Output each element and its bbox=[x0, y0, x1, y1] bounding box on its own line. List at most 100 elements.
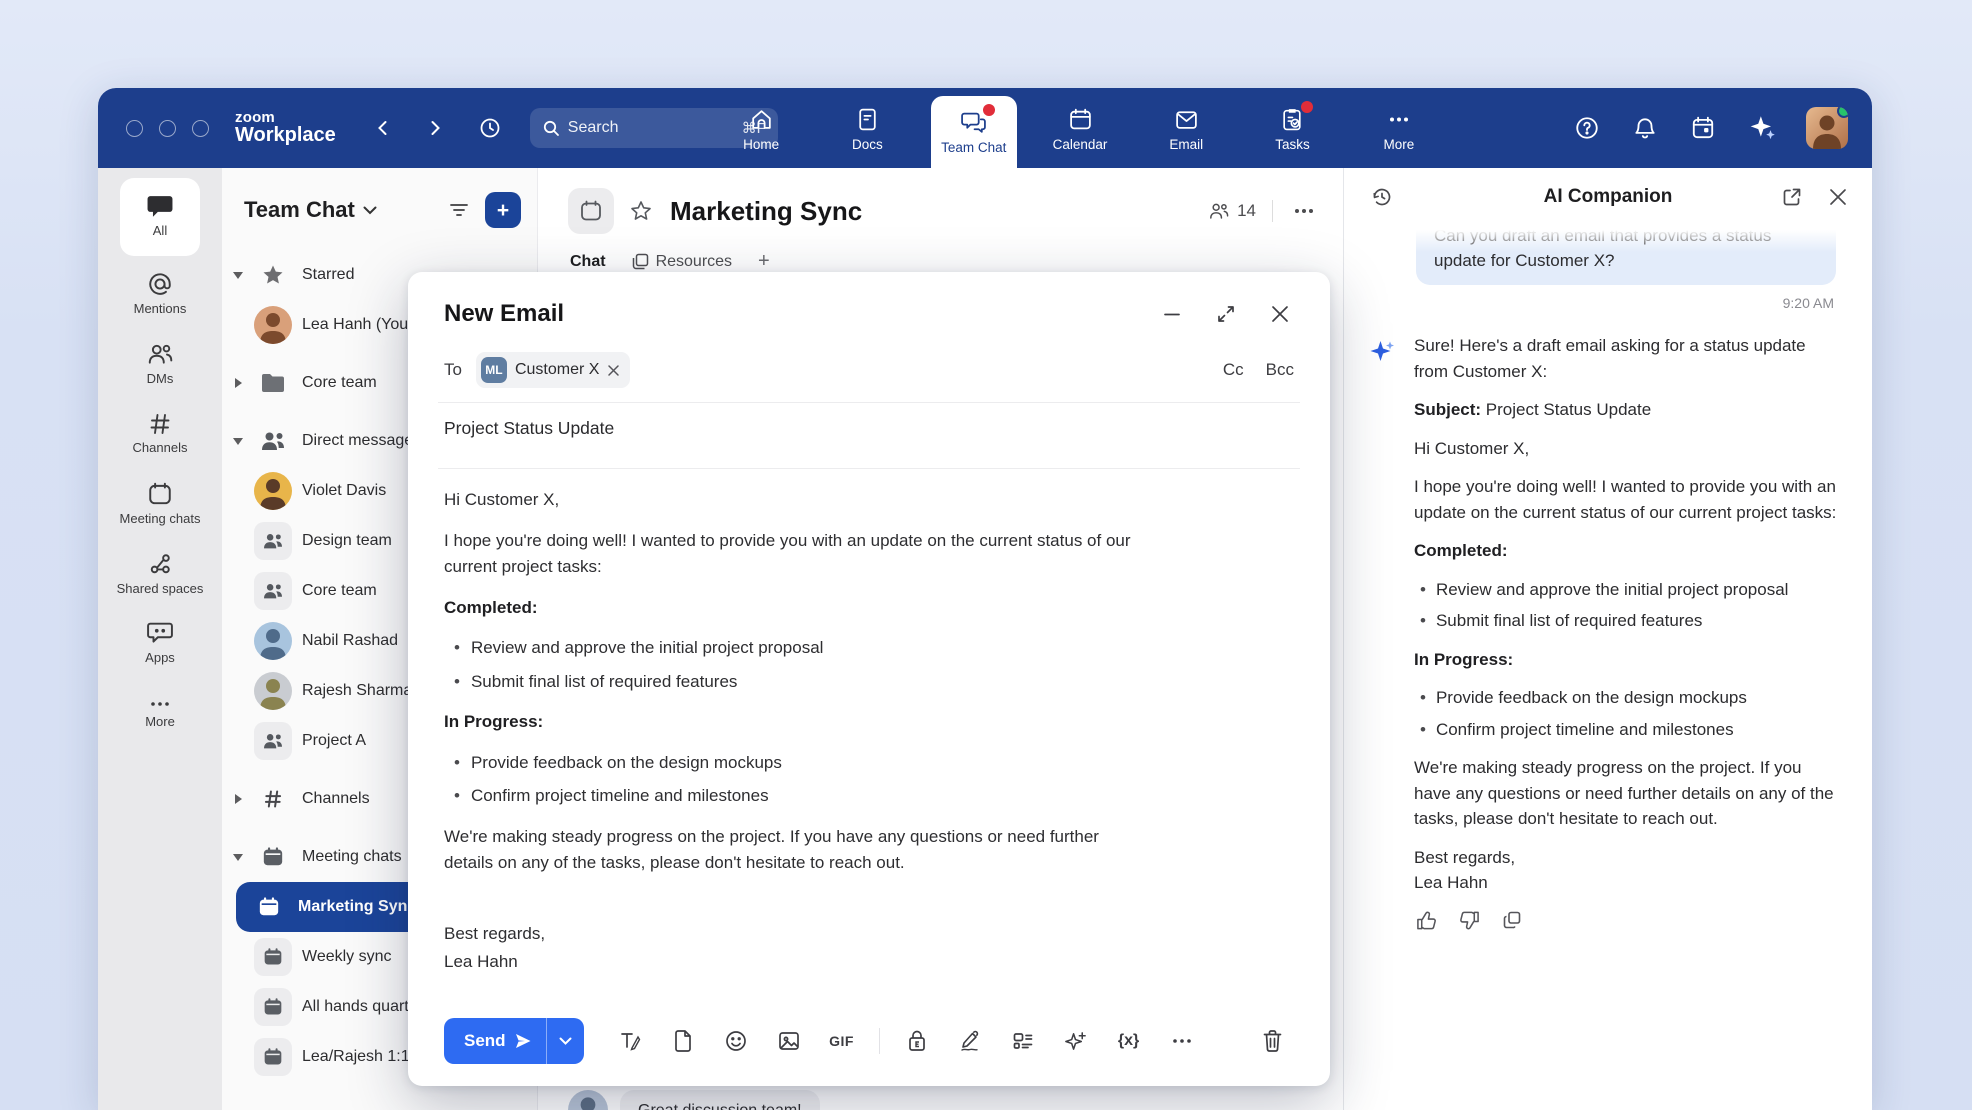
row-label: Weekly sync bbox=[302, 948, 392, 966]
team-chat-unread-badge bbox=[983, 104, 995, 116]
close-icon[interactable] bbox=[1266, 300, 1294, 328]
tab-home[interactable]: Home bbox=[718, 90, 804, 168]
member-count: 14 bbox=[1237, 201, 1256, 221]
row-label: Lea Hanh (You) bbox=[302, 316, 414, 334]
subject-field[interactable]: Project Status Update bbox=[444, 403, 1294, 454]
minimize-icon[interactable] bbox=[1158, 300, 1186, 328]
avatar bbox=[254, 622, 292, 660]
subject-value: Project Status Update bbox=[1486, 400, 1651, 419]
list-item: Submit final list of required features bbox=[454, 669, 1134, 696]
list-item: Provide feedback on the design mockups bbox=[454, 750, 1134, 777]
tab-tasks[interactable]: Tasks bbox=[1249, 90, 1335, 168]
attach-file-icon[interactable] bbox=[661, 1021, 705, 1061]
traffic-light-zoom[interactable] bbox=[192, 120, 209, 137]
send-button[interactable]: Send bbox=[444, 1018, 546, 1064]
email-body-editor[interactable]: Hi Customer X, I hope you're doing well!… bbox=[444, 487, 1134, 976]
tab-resources[interactable]: Resources bbox=[632, 253, 732, 271]
thumbs-down-icon[interactable] bbox=[1459, 910, 1480, 931]
ai-response-subject: Subject: Project Status Update bbox=[1414, 397, 1842, 423]
signature-icon[interactable] bbox=[948, 1021, 992, 1061]
variables-icon[interactable]: {x} bbox=[1107, 1021, 1151, 1061]
rail-channels-label: Channels bbox=[133, 440, 188, 456]
new-chat-button[interactable]: + bbox=[485, 192, 521, 228]
ai-history-icon[interactable] bbox=[1366, 181, 1398, 213]
caret-down-icon[interactable] bbox=[232, 272, 244, 279]
emoji-icon[interactable] bbox=[714, 1021, 758, 1061]
caret-right-icon[interactable] bbox=[232, 378, 244, 388]
team-chat-icon bbox=[960, 109, 987, 135]
tab-calendar[interactable]: Calendar bbox=[1037, 90, 1123, 168]
encrypt-icon[interactable] bbox=[895, 1021, 939, 1061]
ai-companion-icon[interactable] bbox=[1744, 109, 1782, 147]
rail-item-channels[interactable]: Channels bbox=[114, 402, 206, 466]
thumbs-up-icon[interactable] bbox=[1416, 910, 1437, 931]
back-icon[interactable] bbox=[370, 115, 396, 141]
modal-title: New Email bbox=[444, 300, 564, 328]
tab-email-label: Email bbox=[1169, 137, 1203, 152]
tab-docs[interactable]: Docs bbox=[824, 90, 910, 168]
discard-trash-icon[interactable] bbox=[1250, 1021, 1294, 1061]
rail-item-more[interactable]: More bbox=[114, 682, 206, 746]
cc-button[interactable]: Cc bbox=[1223, 360, 1244, 380]
left-rail: All Mentions DMs Channels Meeting chats … bbox=[98, 168, 222, 1110]
add-tab-label: + bbox=[758, 250, 770, 273]
channel-more-icon[interactable] bbox=[1289, 204, 1319, 218]
last-chat-message: Great discussion team! bbox=[568, 1090, 820, 1110]
send-options-chevron[interactable] bbox=[546, 1018, 584, 1064]
search-input[interactable] bbox=[568, 119, 698, 137]
forward-icon[interactable] bbox=[422, 115, 448, 141]
message-bubble: Great discussion team! bbox=[620, 1090, 820, 1110]
rail-item-mentions[interactable]: Mentions bbox=[114, 262, 206, 326]
tab-team-chat-label: Team Chat bbox=[941, 140, 1006, 155]
toolbar-more-icon[interactable] bbox=[1160, 1021, 1204, 1061]
logo-workplace: Workplace bbox=[235, 125, 336, 146]
bcc-button[interactable]: Bcc bbox=[1266, 360, 1294, 380]
copy-icon[interactable] bbox=[1502, 910, 1522, 931]
window-controls[interactable] bbox=[126, 120, 209, 137]
rail-item-dms[interactable]: DMs bbox=[114, 332, 206, 396]
user-avatar[interactable] bbox=[1806, 107, 1848, 149]
ai-inprogress-heading: In Progress: bbox=[1414, 647, 1842, 673]
notifications-bell-icon[interactable] bbox=[1628, 111, 1662, 145]
chat-list-title[interactable]: Team Chat bbox=[244, 197, 377, 223]
expand-icon[interactable] bbox=[1212, 300, 1240, 328]
star-outline-icon[interactable] bbox=[626, 196, 656, 226]
add-tab-button[interactable]: + bbox=[758, 250, 770, 273]
traffic-light-minimize[interactable] bbox=[159, 120, 176, 137]
open-in-new-icon[interactable] bbox=[1778, 183, 1806, 211]
shared-spaces-icon bbox=[147, 551, 173, 577]
tab-team-chat[interactable]: Team Chat bbox=[931, 96, 1017, 168]
body-greeting: Hi Customer X, bbox=[444, 487, 1134, 514]
caret-down-icon[interactable] bbox=[232, 854, 244, 861]
channel-calendar-icon bbox=[568, 188, 614, 234]
ai-compose-icon[interactable] bbox=[1054, 1021, 1098, 1061]
insert-image-icon[interactable] bbox=[767, 1021, 811, 1061]
calendar-widget-icon[interactable] bbox=[1686, 111, 1720, 145]
help-icon[interactable] bbox=[1570, 111, 1604, 145]
tab-email[interactable]: Email bbox=[1143, 90, 1229, 168]
rail-more-label: More bbox=[145, 714, 175, 730]
history-icon[interactable] bbox=[474, 112, 506, 144]
members-button[interactable]: 14 bbox=[1208, 201, 1256, 221]
rail-shared-spaces-label: Shared spaces bbox=[117, 581, 204, 597]
remove-recipient-icon[interactable] bbox=[607, 364, 620, 377]
filter-icon[interactable] bbox=[445, 198, 473, 222]
gif-icon[interactable]: GIF bbox=[820, 1021, 864, 1061]
tab-more[interactable]: More bbox=[1356, 90, 1442, 168]
traffic-light-close[interactable] bbox=[126, 120, 143, 137]
recipient-chip[interactable]: ML Customer X bbox=[476, 352, 630, 388]
rail-item-apps[interactable]: Apps bbox=[114, 612, 206, 676]
template-icon[interactable] bbox=[1001, 1021, 1045, 1061]
close-icon[interactable] bbox=[1824, 183, 1852, 211]
rail-item-all[interactable]: All bbox=[120, 178, 200, 256]
caret-right-icon[interactable] bbox=[232, 794, 244, 804]
list-item: Review and approve the initial project p… bbox=[1420, 577, 1842, 603]
ai-inprogress-list: Provide feedback on the design mockups C… bbox=[1420, 685, 1842, 742]
rail-item-shared-spaces[interactable]: Shared spaces bbox=[114, 542, 206, 606]
at-icon bbox=[147, 271, 173, 297]
caret-down-icon[interactable] bbox=[232, 438, 244, 445]
text-format-icon[interactable] bbox=[608, 1021, 652, 1061]
tab-chat[interactable]: Chat bbox=[570, 253, 606, 271]
rail-item-meeting-chats[interactable]: Meeting chats bbox=[114, 472, 206, 536]
primary-nav: Home Docs Team Chat Calendar bbox=[718, 88, 1442, 168]
